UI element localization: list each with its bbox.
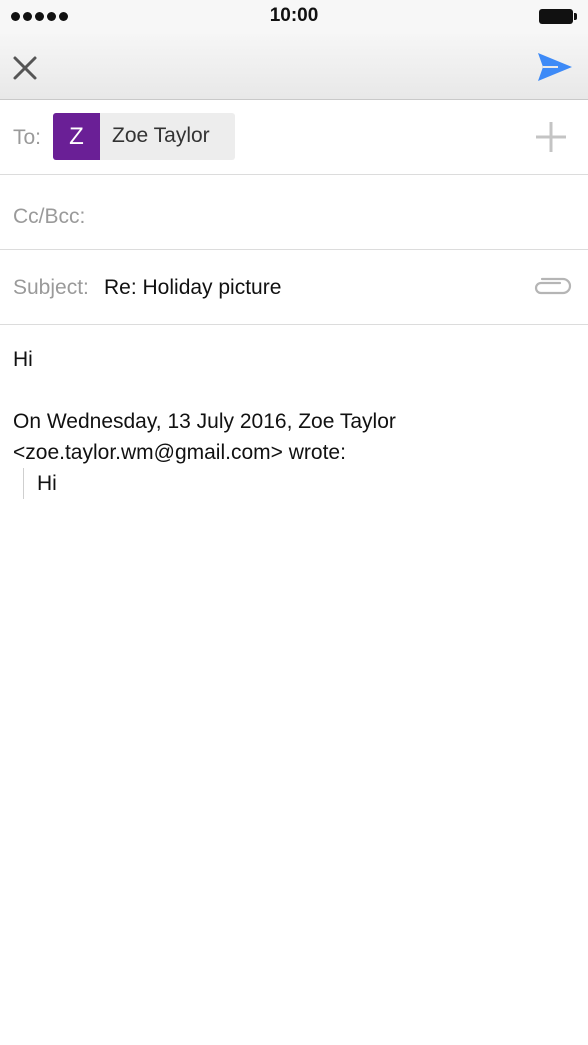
body-attribution-email: <zoe.taylor.wm@gmail.com> wrote: — [13, 441, 346, 464]
attach-button[interactable] — [530, 274, 572, 302]
send-icon — [538, 53, 572, 81]
subject-row: Subject: — [0, 250, 588, 325]
paperclip-icon — [534, 277, 572, 295]
recipient-chip[interactable]: Z Zoe Taylor — [53, 113, 235, 160]
battery-icon — [539, 9, 577, 24]
subject-label: Subject: — [13, 276, 89, 299]
status-time: 10:00 — [269, 5, 319, 26]
body-attribution-line: On Wednesday, 13 July 2016, Zoe Taylor — [13, 410, 396, 433]
quoted-text: Hi — [37, 472, 57, 495]
body-greeting: Hi — [13, 348, 33, 371]
body-blank-line — [13, 375, 575, 406]
to-row: To: Z Zoe Taylor — [0, 100, 588, 175]
to-label: To: — [13, 126, 42, 149]
close-icon — [13, 56, 37, 80]
compose-toolbar — [0, 34, 588, 100]
recipient-avatar: Z — [53, 113, 100, 160]
cc-bcc-row[interactable]: Cc/Bcc: — [0, 175, 588, 250]
quoted-text-block: Hi — [23, 468, 575, 499]
message-body[interactable]: Hi On Wednesday, 13 July 2016, Zoe Taylo… — [0, 326, 588, 1045]
close-button[interactable] — [8, 50, 42, 84]
subject-input[interactable] — [104, 272, 504, 304]
status-bar: 10:00 — [0, 0, 588, 34]
plus-icon — [536, 122, 566, 152]
cc-bcc-label: Cc/Bcc: — [13, 205, 86, 228]
recipient-name: Zoe Taylor — [112, 124, 210, 147]
compose-screen: 10:00 To: Z Zoe Taylor Cc/Bcc: Subject: … — [0, 0, 588, 1045]
send-button[interactable] — [536, 50, 574, 84]
add-recipient-button[interactable] — [534, 120, 568, 154]
